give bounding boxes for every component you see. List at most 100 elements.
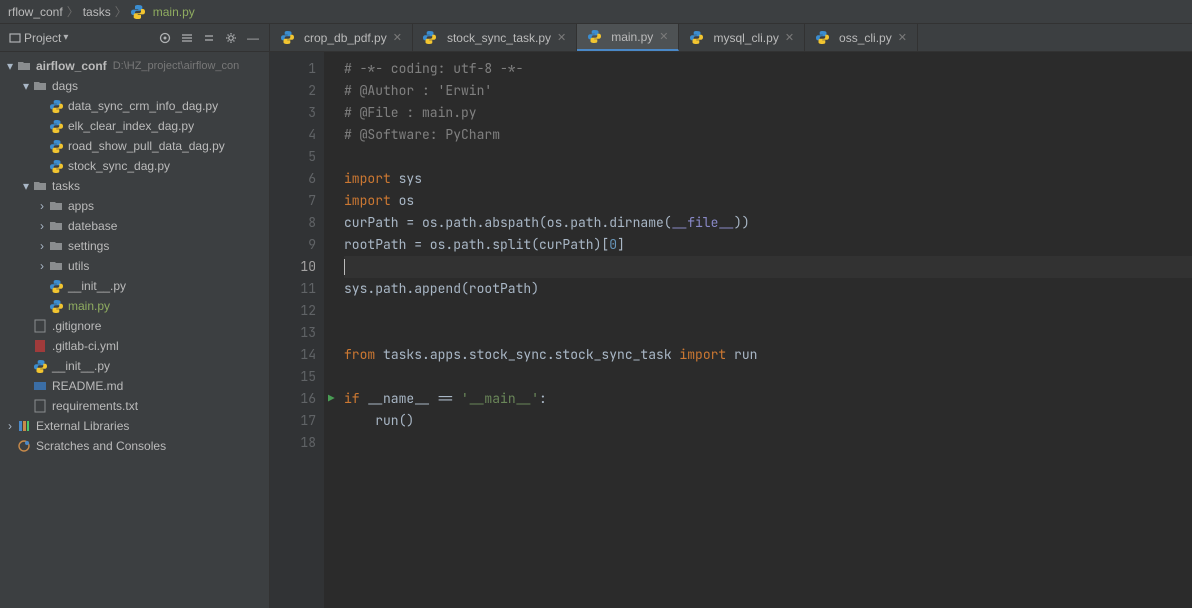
tree-label: stock_sync_dag.py (68, 159, 170, 173)
project-sidebar: Project ▾ — ▾ airflow_conf D:\HZ_project… (0, 24, 270, 608)
settings-gear-icon[interactable] (223, 30, 239, 46)
breadcrumb-file[interactable]: main.py (153, 5, 195, 19)
python-file-icon (32, 360, 48, 373)
chevron-right-icon: › (36, 239, 48, 253)
tree-external-libraries[interactable]: › External Libraries (0, 416, 269, 436)
tree-file-main[interactable]: main.py (0, 296, 269, 316)
python-file-icon (280, 31, 294, 45)
close-icon[interactable]: ✕ (557, 31, 566, 44)
tree-label: __init__.py (52, 359, 110, 373)
tab-label: crop_db_pdf.py (304, 31, 387, 45)
tree-label: Scratches and Consoles (36, 439, 166, 453)
tree-file[interactable]: data_sync_crm_info_dag.py (0, 96, 269, 116)
editor-tab[interactable]: crop_db_pdf.py ✕ (270, 24, 413, 51)
tree-folder-tasks[interactable]: ▾ tasks (0, 176, 269, 196)
tree-label: requirements.txt (52, 399, 138, 413)
tab-label: oss_cli.py (839, 31, 892, 45)
chevron-right-icon: › (36, 259, 48, 273)
project-tree[interactable]: ▾ airflow_conf D:\HZ_project\airflow_con… (0, 52, 269, 608)
tree-label: settings (68, 239, 109, 253)
python-file-icon (48, 160, 64, 173)
tree-label: main.py (68, 299, 110, 313)
caret-line (344, 256, 1192, 278)
tree-file[interactable]: elk_clear_index_dag.py (0, 116, 269, 136)
code-editor[interactable]: 1 2 3 4 5 6 7 8 9 10 11 12 13 14 15 16 1… (270, 52, 1192, 608)
project-header-label: Project (24, 31, 61, 45)
tree-project-root[interactable]: ▾ airflow_conf D:\HZ_project\airflow_con (0, 56, 269, 76)
editor: crop_db_pdf.py ✕ stock_sync_task.py ✕ ma… (270, 24, 1192, 608)
hide-panel-icon[interactable]: — (245, 30, 261, 46)
python-file-icon (48, 140, 64, 153)
editor-tab[interactable]: stock_sync_task.py ✕ (413, 24, 577, 51)
tree-scratches[interactable]: Scratches and Consoles (0, 436, 269, 456)
breadcrumb-tasks[interactable]: tasks (83, 5, 111, 19)
tree-label: data_sync_crm_info_dag.py (68, 99, 218, 113)
chevron-right-icon: › (36, 199, 48, 213)
python-file-icon (815, 31, 829, 45)
tree-file-init[interactable]: __init__.py (0, 276, 269, 296)
tree-root-path: D:\HZ_project\airflow_con (113, 60, 240, 72)
scratch-icon (16, 439, 32, 453)
tree-label: .gitignore (52, 319, 101, 333)
tree-label: utils (68, 259, 89, 273)
gutter[interactable]: 1 2 3 4 5 6 7 8 9 10 11 12 13 14 15 16 1… (270, 52, 324, 608)
chevron-down-icon: ▾ (20, 79, 32, 93)
tree-label: datebase (68, 219, 117, 233)
close-icon[interactable]: ✕ (393, 31, 402, 44)
tree-file-gitignore[interactable]: .gitignore (0, 316, 269, 336)
python-file-icon (131, 5, 145, 19)
tree-label: airflow_conf (36, 59, 107, 73)
tree-folder-apps[interactable]: ›apps (0, 196, 269, 216)
close-icon[interactable]: ✕ (785, 31, 794, 44)
tab-label: stock_sync_task.py (447, 31, 551, 45)
chevron-down-icon: ▾ (4, 59, 16, 73)
tree-label: .gitlab-ci.yml (52, 339, 119, 353)
python-file-icon (423, 31, 437, 45)
markdown-file-icon (32, 380, 48, 392)
tab-label: mysql_cli.py (713, 31, 778, 45)
tree-label: road_show_pull_data_dag.py (68, 139, 225, 153)
editor-tab-bar: crop_db_pdf.py ✕ stock_sync_task.py ✕ ma… (270, 24, 1192, 52)
text-file-icon (32, 399, 48, 413)
editor-tab[interactable]: oss_cli.py ✕ (805, 24, 918, 51)
tree-label: __init__.py (68, 279, 126, 293)
text-file-icon (32, 319, 48, 333)
breadcrumb-root[interactable]: rflow_conf (8, 5, 63, 19)
collapse-all-icon[interactable] (201, 30, 217, 46)
tree-label: External Libraries (36, 419, 129, 433)
run-gutter-icon[interactable]: ▶ (328, 388, 335, 410)
tree-folder-database[interactable]: ›datebase (0, 216, 269, 236)
python-file-icon (689, 31, 703, 45)
tree-folder-settings[interactable]: › settings (0, 236, 269, 256)
code-content[interactable]: # -*- coding: utf-8 -*- # @Author : 'Erw… (324, 52, 1192, 608)
tree-folder-utils[interactable]: › utils (0, 256, 269, 276)
tree-label: elk_clear_index_dag.py (68, 119, 194, 133)
tree-file-init[interactable]: __init__.py (0, 356, 269, 376)
chevron-right-icon: 〉 (67, 3, 79, 20)
chevron-right-icon: 〉 (115, 3, 127, 20)
python-file-icon (48, 300, 64, 313)
tab-label: main.py (611, 30, 653, 44)
close-icon[interactable]: ✕ (898, 31, 907, 44)
tree-folder-dags[interactable]: ▾ dags (0, 76, 269, 96)
expand-all-icon[interactable] (179, 30, 195, 46)
project-dropdown-icon[interactable]: Project ▾ (8, 31, 68, 45)
locate-icon[interactable] (157, 30, 173, 46)
folder-icon (16, 60, 32, 72)
tree-file-requirements[interactable]: requirements.txt (0, 396, 269, 416)
tree-file-gitlabci[interactable]: .gitlab-ci.yml (0, 336, 269, 356)
editor-tab-active[interactable]: main.py ✕ (577, 24, 679, 51)
project-tool-header: Project ▾ — (0, 24, 269, 52)
tree-file[interactable]: road_show_pull_data_dag.py (0, 136, 269, 156)
editor-tab[interactable]: mysql_cli.py ✕ (679, 24, 805, 51)
breadcrumb: rflow_conf 〉 tasks 〉 main.py (0, 0, 1192, 24)
python-file-icon (587, 30, 601, 44)
tree-file[interactable]: stock_sync_dag.py (0, 156, 269, 176)
yaml-file-icon (32, 339, 48, 353)
folder-icon (48, 260, 64, 272)
chevron-down-icon: ▾ (20, 179, 32, 193)
folder-icon (48, 220, 64, 232)
tree-file-readme[interactable]: README.md (0, 376, 269, 396)
close-icon[interactable]: ✕ (659, 30, 668, 43)
tree-label: tasks (52, 179, 80, 193)
